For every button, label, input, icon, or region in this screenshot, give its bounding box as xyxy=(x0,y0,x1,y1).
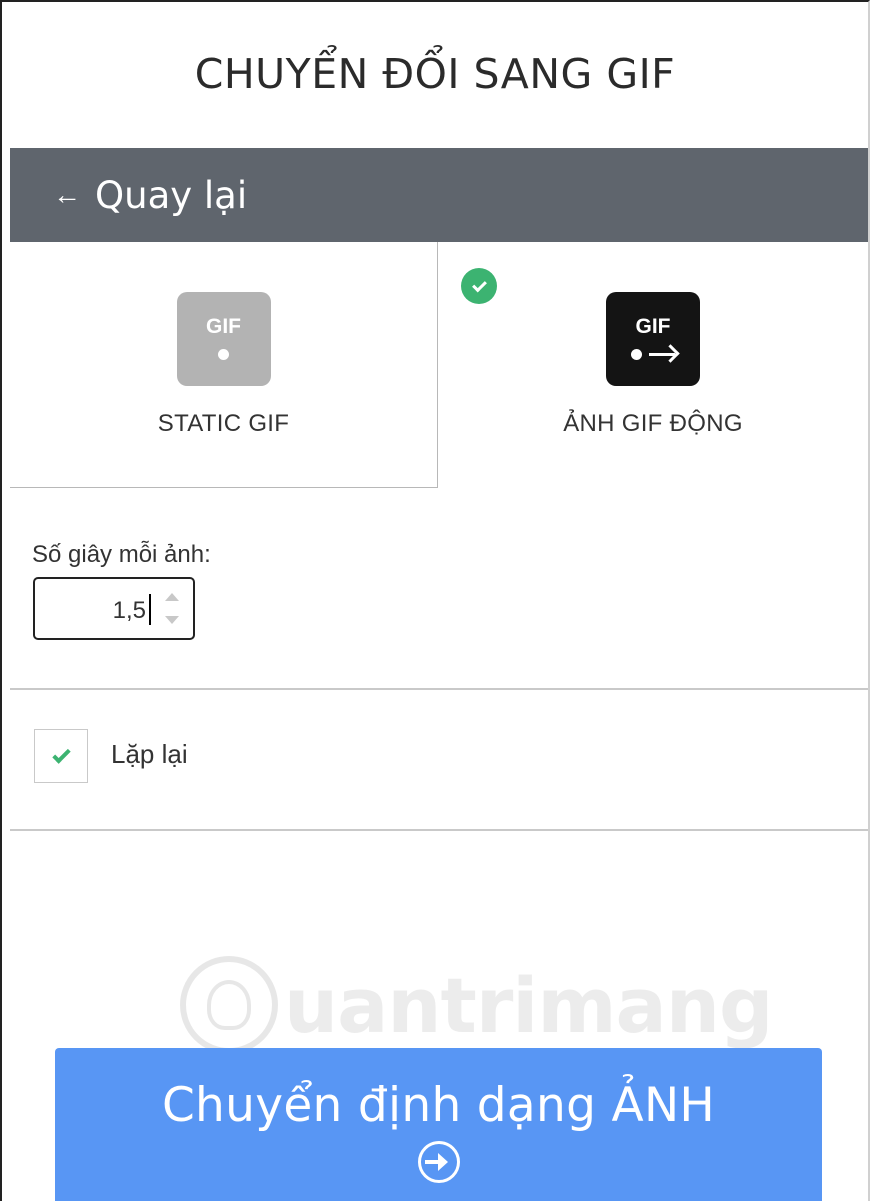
divider xyxy=(10,688,868,690)
arrow-right-icon xyxy=(649,353,675,356)
text-caret xyxy=(149,594,151,625)
mode-label-static: STATIC GIF xyxy=(157,410,290,437)
mode-label-animated: ẢNH GIF ĐỘNG xyxy=(563,410,743,437)
bulb-shape xyxy=(207,980,251,1030)
animated-gif-icon-text: GIF xyxy=(635,314,671,338)
watermark: uantrimang xyxy=(180,956,773,1054)
dot-icon xyxy=(218,349,229,360)
lightbulb-logo-icon xyxy=(180,956,278,1054)
convert-button-label: Chuyển định dạng ẢNH xyxy=(161,1078,716,1133)
page-title: CHUYỂN ĐỔI SANG GIF xyxy=(194,50,676,98)
checkmark-icon xyxy=(51,744,71,764)
spin-up-icon[interactable] xyxy=(165,593,179,601)
static-gif-icon-text: GIF xyxy=(206,314,241,338)
mode-option-static-gif[interactable]: GIF STATIC GIF xyxy=(10,242,438,488)
back-button[interactable]: ← Quay lại xyxy=(10,148,868,242)
seconds-per-image-label: Số giây mỗi ảnh: xyxy=(32,541,211,568)
arrow-shaft xyxy=(425,1160,438,1164)
checkmark-icon xyxy=(471,277,487,292)
watermark-text: uantrimang xyxy=(284,960,773,1050)
arrow-right-circle-icon xyxy=(417,1141,460,1183)
selected-check-icon xyxy=(461,268,497,304)
mode-option-animated-gif[interactable]: GIF ẢNH GIF ĐỘNG xyxy=(438,242,868,488)
animated-gif-icon: GIF xyxy=(606,292,700,386)
back-label: Quay lại xyxy=(95,173,248,217)
arrow-left-icon: ← xyxy=(53,179,81,210)
arrow-head xyxy=(438,1153,448,1171)
static-gif-icon: GIF xyxy=(176,292,271,386)
loop-checkbox[interactable] xyxy=(34,729,88,783)
loop-label: Lặp lại xyxy=(111,739,188,769)
dot-glyph xyxy=(218,347,229,363)
seconds-value: 1,5 xyxy=(112,597,146,624)
divider xyxy=(10,829,868,831)
dot-icon xyxy=(631,349,642,360)
seconds-per-image-input[interactable]: 1,5 xyxy=(33,577,195,640)
dot-arrow-glyph xyxy=(631,347,675,363)
convert-button[interactable]: Chuyển định dạng ẢNH xyxy=(55,1048,822,1201)
spin-down-icon[interactable] xyxy=(165,616,179,624)
